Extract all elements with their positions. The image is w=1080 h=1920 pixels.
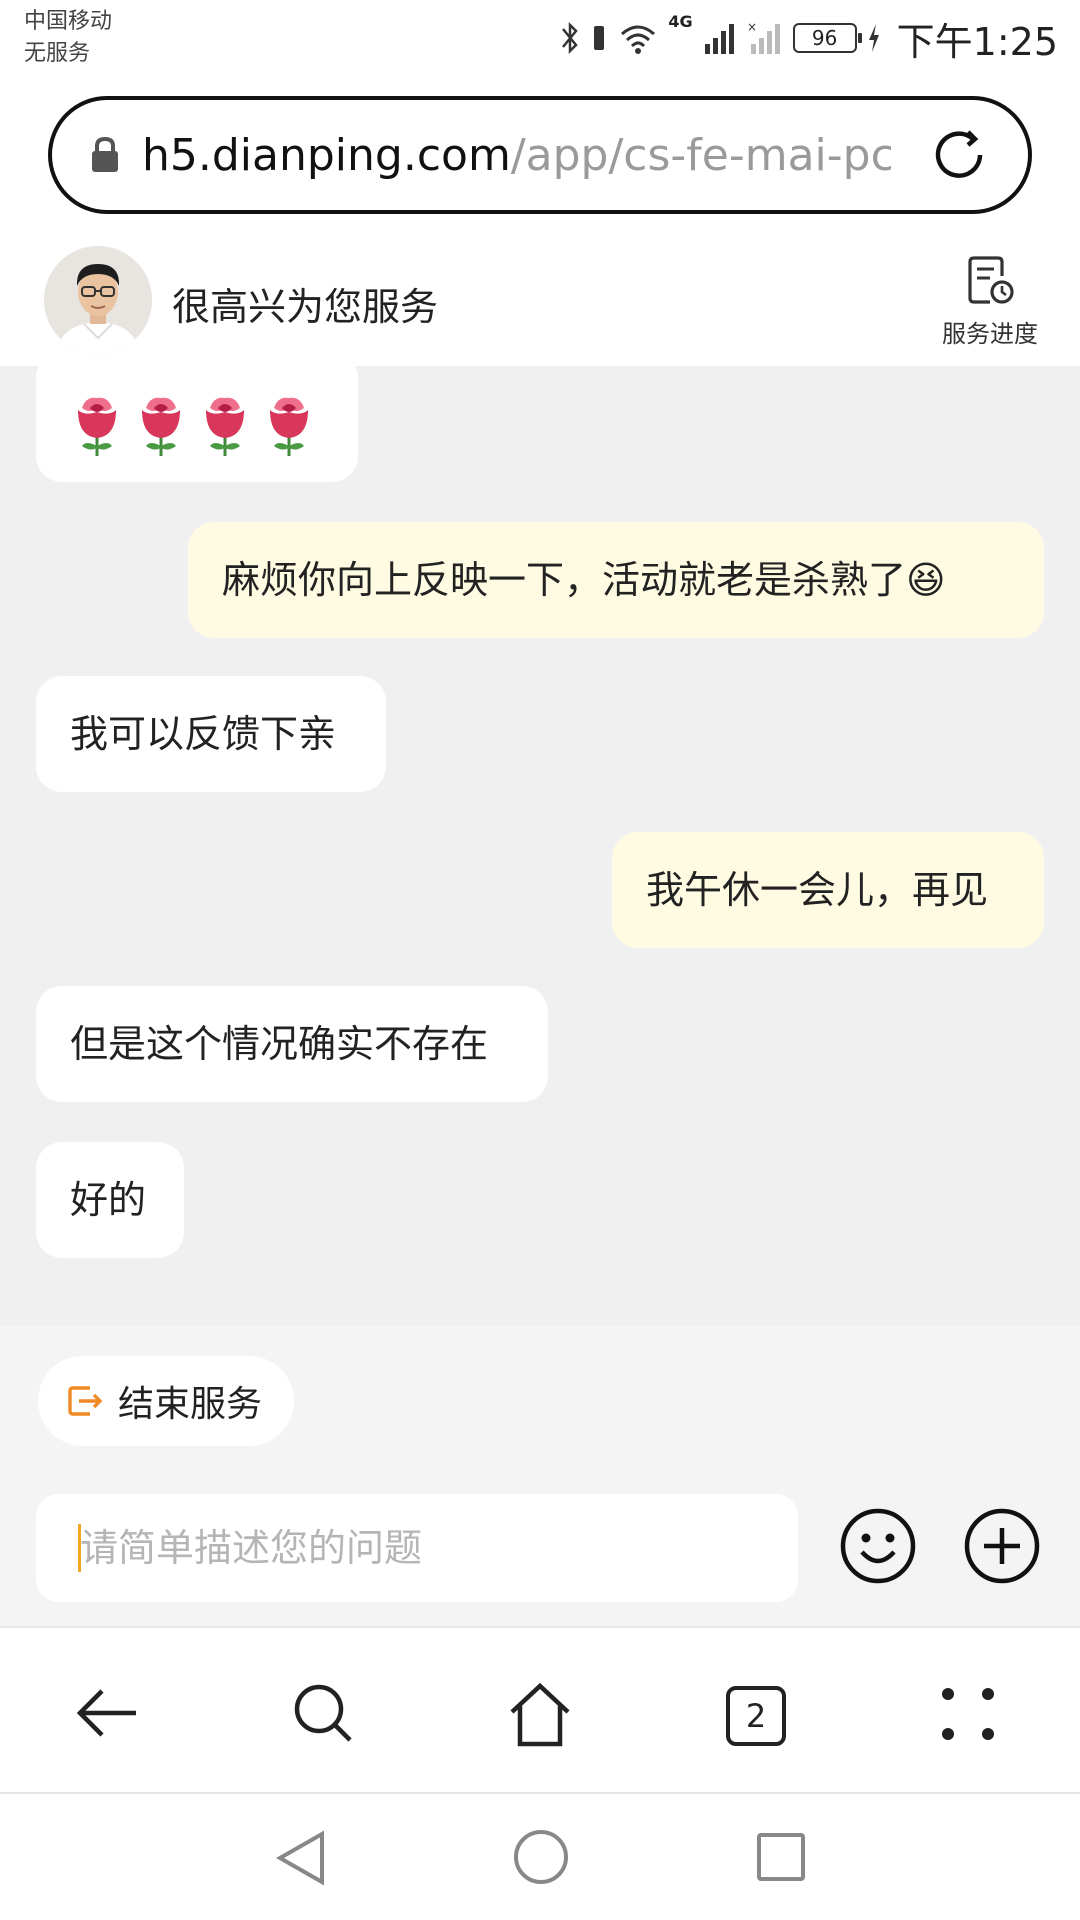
- carrier-info: 中国移动 无服务: [24, 6, 112, 70]
- emoji-icon[interactable]: [838, 1506, 918, 1586]
- charging-icon: [868, 24, 879, 52]
- home-icon[interactable]: [504, 1678, 576, 1750]
- user-message-bubble: 麻烦你向上反映一下，活动就老是杀熟了😆: [188, 522, 1044, 638]
- nav-recents-icon[interactable]: [756, 1832, 806, 1882]
- tab-count: 2: [745, 1697, 767, 1735]
- status-icons: 4G × 96 下午1:25: [560, 12, 1058, 64]
- document-clock-icon: [968, 256, 1014, 304]
- agent-avatar: [44, 246, 152, 354]
- search-icon[interactable]: [288, 1678, 358, 1748]
- rose-emoji-icon: [270, 397, 308, 456]
- clock: 下午1:25: [896, 19, 1058, 64]
- user-message-bubble: 我午休一会儿，再见: [612, 832, 1044, 948]
- text-cursor: [78, 1524, 81, 1572]
- url-path: /app/cs-fe-mai-pc: [510, 129, 891, 181]
- message-text: 我午休一会儿，再见: [646, 868, 989, 912]
- service-progress-label: 服务进度: [942, 320, 1038, 348]
- address-bar[interactable]: h5.dianping.com /app/cs-fe-mai-pc: [48, 96, 1032, 214]
- back-arrow-icon[interactable]: [72, 1678, 142, 1748]
- bluetooth-icon: [562, 21, 579, 55]
- chat-message-list[interactable]: 🌹🌹🌹🌹: [0, 366, 1080, 1326]
- rose-emoji-icon: [142, 397, 180, 456]
- system-navigation-bar: [0, 1794, 1080, 1920]
- end-service-button[interactable]: 结束服务: [38, 1356, 294, 1446]
- menu-dots-icon[interactable]: [938, 1684, 998, 1744]
- nav-home-icon[interactable]: [512, 1828, 570, 1886]
- service-progress-button[interactable]: 服务进度: [920, 254, 1060, 349]
- lock-icon: [92, 136, 118, 172]
- end-service-label: 结束服务: [118, 1384, 263, 1425]
- carrier-name: 中国移动: [24, 9, 113, 34]
- wifi-icon: [621, 25, 656, 54]
- message-text: 但是这个情况确实不存在: [70, 1022, 489, 1066]
- url-text[interactable]: h5.dianping.com /app/cs-fe-mai-pc: [142, 130, 891, 181]
- agent-message-bubble: 我可以反馈下亲: [36, 676, 386, 792]
- browser-toolbar: 2: [0, 1626, 1080, 1794]
- message-text: 我可以反馈下亲: [70, 712, 337, 756]
- plus-icon[interactable]: [962, 1506, 1042, 1586]
- rose-emoji-icon: [78, 397, 116, 456]
- vibrate-icon: [594, 26, 605, 50]
- message-text: 麻烦你向上反映一下，活动就老是杀熟了😆: [222, 558, 946, 602]
- battery-level: 96: [811, 26, 838, 50]
- agent-message-bubble: 好的: [36, 1142, 184, 1258]
- signal-icon: [704, 24, 734, 54]
- battery-indicator: 96: [792, 23, 862, 53]
- chat-header: 很高兴为您服务 服务进度: [0, 240, 1080, 366]
- tabs-button[interactable]: 2: [726, 1686, 786, 1746]
- svg-text:×: ×: [747, 20, 757, 34]
- rose-emoji-icon: [206, 397, 244, 456]
- exit-icon: [68, 1386, 103, 1416]
- network-type: 4G: [668, 12, 693, 31]
- status-bar: 中国移动 无服务 4G × 96 下午1:25: [0, 0, 1080, 82]
- message-input[interactable]: [36, 1494, 798, 1602]
- input-area: 结束服务: [0, 1326, 1080, 1626]
- signal-no-service-icon: ×: [747, 20, 780, 54]
- reload-icon[interactable]: [928, 124, 990, 186]
- url-domain: h5.dianping.com: [142, 129, 511, 181]
- service-status: 无服务: [24, 41, 91, 66]
- message-text: 好的: [70, 1178, 147, 1222]
- agent-message-bubble: 但是这个情况确实不存在: [36, 986, 548, 1102]
- nav-back-icon[interactable]: [274, 1830, 328, 1886]
- agent-message-bubble: 🌹🌹🌹🌹: [36, 366, 358, 482]
- agent-greeting: 很高兴为您服务: [172, 285, 439, 329]
